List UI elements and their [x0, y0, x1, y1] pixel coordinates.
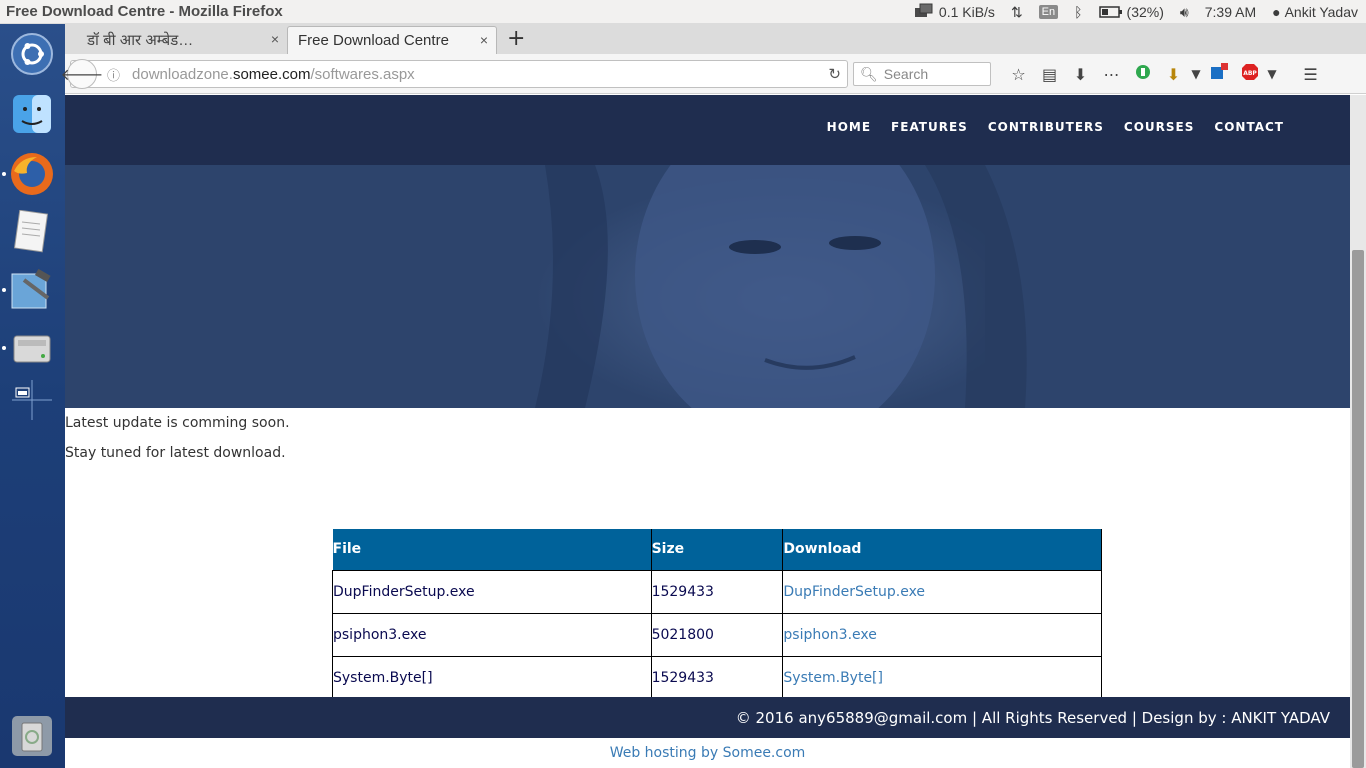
nav-contributers[interactable]: CONTRIBUTERS: [988, 120, 1104, 134]
svg-text:ABP: ABP: [1243, 70, 1257, 77]
running-pip: [2, 346, 6, 350]
tab-label: डॉ बी आर अम्बेड…: [87, 32, 194, 49]
info-icon[interactable]: ⓘ: [107, 65, 120, 84]
file-size-cell: 1529433: [650, 569, 784, 614]
nav-contact[interactable]: CONTACT: [1214, 120, 1284, 134]
user-name: Ankit Yadav: [1284, 4, 1358, 20]
nav-home[interactable]: HOME: [827, 120, 871, 134]
tab-free-download-centre[interactable]: Free Download Centre ×: [287, 26, 497, 54]
table-row: System.Byte[] 1529433 System.Byte[]: [332, 655, 1102, 700]
vertical-scrollbar[interactable]: [1350, 95, 1366, 768]
running-pip: [2, 172, 6, 176]
nav-bar: 🡐 ⓘ downloadzone.somee.com/softwares.asp…: [61, 54, 1366, 94]
window-title: Free Download Centre - Mozilla Firefox: [6, 3, 283, 20]
stay-tuned-message: Stay tuned for latest download.: [65, 445, 286, 461]
hero-portrait-image: [65, 165, 1350, 408]
table-header-row: File Size Download: [332, 529, 1102, 571]
search-icon: 🔍︎: [860, 65, 878, 82]
url-text[interactable]: downloadzone.somee.com/softwares.aspx: [132, 66, 415, 83]
ubuntu-dash-icon[interactable]: [8, 30, 56, 78]
download-link[interactable]: System.Byte[]: [782, 655, 1102, 700]
update-message: Latest update is comming soon.: [65, 415, 290, 431]
tab-bar: डॉ बी आर अम्बेड… × Free Download Centre …: [65, 24, 1366, 54]
column-header-download: Download: [782, 529, 1102, 571]
search-placeholder: Search: [883, 66, 929, 82]
file-name-cell: DupFinderSetup.exe: [332, 569, 652, 614]
network-icon: [914, 3, 933, 17]
bookmark-star-icon[interactable]: ☆: [1003, 65, 1034, 84]
nav-features[interactable]: FEATURES: [891, 120, 968, 134]
network-indicator[interactable]: 0.1 KiB/s: [905, 2, 1003, 22]
xcode-icon[interactable]: [8, 266, 56, 314]
transfer-indicator[interactable]: ⇅: [1003, 4, 1031, 21]
download-link[interactable]: psiphon3.exe: [782, 612, 1102, 657]
speaker-icon: 🔊︎: [1179, 3, 1189, 20]
downloads-table: File Size Download DupFinderSetup.exe 15…: [332, 529, 1102, 700]
scrollbar-thumb[interactable]: [1352, 250, 1364, 768]
hero-banner: [65, 165, 1350, 408]
search-input[interactable]: 🔍︎ Search: [853, 62, 991, 86]
page-viewport: HOME FEATURES CONTRIBUTERS COURSES CONTA…: [65, 95, 1350, 768]
reading-list-icon[interactable]: ▤: [1034, 65, 1065, 84]
running-pip: [2, 288, 6, 292]
launcher: [0, 24, 65, 768]
top-panel: Free Download Centre - Mozilla Firefox 0…: [0, 0, 1366, 24]
keyboard-indicator[interactable]: En: [1031, 5, 1066, 19]
trash-icon[interactable]: [8, 712, 56, 760]
clock[interactable]: 7:39 AM: [1197, 4, 1264, 20]
toolbar-icons: ☆ ▤ ⬇ ⋯ ⬇ ▼ ABP ▼ ☰: [1003, 62, 1326, 86]
tab-ambedkar[interactable]: डॉ बी आर अम्बेड… ×: [65, 26, 287, 54]
back-arrow-icon: 🡐: [60, 66, 104, 84]
battery-indicator[interactable]: (32%): [1091, 4, 1172, 20]
extension-download-icon[interactable]: ⬇: [1158, 65, 1189, 84]
file-name-cell: psiphon3.exe: [332, 612, 652, 657]
back-button[interactable]: 🡐: [61, 59, 103, 89]
text-editor-icon[interactable]: [8, 208, 56, 256]
sound-indicator[interactable]: 🔊︎: [1172, 4, 1197, 21]
table-row: psiphon3.exe 5021800 psiphon3.exe: [332, 612, 1102, 657]
column-header-file: File: [332, 529, 652, 571]
user-indicator[interactable]: ● Ankit Yadav: [1264, 4, 1366, 20]
file-size-cell: 1529433: [650, 655, 784, 700]
file-name-cell: System.Byte[]: [332, 655, 652, 700]
workspaces-icon[interactable]: [8, 376, 56, 424]
bluetooth-indicator[interactable]: ᛒ: [1066, 4, 1090, 20]
site-footer: © 2016 any65889@gmail.com | All Rights R…: [65, 697, 1350, 738]
reload-icon[interactable]: ↻: [828, 65, 841, 83]
column-header-size: Size: [650, 529, 784, 571]
url-bar[interactable]: 🡐 ⓘ downloadzone.somee.com/softwares.asp…: [61, 59, 848, 89]
bluetooth-icon: ᛒ: [1074, 4, 1083, 20]
hosting-link[interactable]: Web hosting by Somee.com: [65, 745, 1350, 761]
more-tools-icon[interactable]: ⋯: [1096, 65, 1127, 84]
apple-icon: ●: [1272, 4, 1281, 20]
keyboard-layout: En: [1038, 5, 1059, 19]
downloads-icon[interactable]: ⬇: [1065, 65, 1096, 84]
hamburger-menu-icon[interactable]: ☰: [1295, 65, 1326, 84]
file-size-cell: 5021800: [650, 612, 784, 657]
firefox-icon[interactable]: [8, 150, 56, 198]
updown-arrows-icon: ⇅: [1010, 3, 1023, 20]
battery-icon: [1098, 6, 1122, 18]
table-row: DupFinderSetup.exe 1529433 DupFinderSetu…: [332, 569, 1102, 614]
footer-text: © 2016 any65889@gmail.com | All Rights R…: [735, 708, 1330, 727]
indicator-area: 0.1 KiB/s ⇅ En ᛒ (32%) 🔊︎ 7:39 AM ● Anki…: [905, 0, 1366, 24]
new-tab-button[interactable]: +: [507, 26, 525, 51]
outlook-icon[interactable]: [1203, 63, 1234, 85]
network-speed: 0.1 KiB/s: [938, 4, 995, 20]
extension-green-icon[interactable]: [1127, 64, 1158, 84]
battery-percent: (32%): [1126, 4, 1164, 20]
finder-icon[interactable]: [8, 90, 56, 138]
close-icon[interactable]: ×: [271, 31, 279, 47]
download-link[interactable]: DupFinderSetup.exe: [782, 569, 1102, 614]
close-icon[interactable]: ×: [480, 32, 488, 48]
chevron-down-icon[interactable]: ▼: [1189, 67, 1203, 81]
disk-icon[interactable]: [8, 324, 56, 372]
nav-courses[interactable]: COURSES: [1124, 120, 1194, 134]
site-navbar: HOME FEATURES CONTRIBUTERS COURSES CONTA…: [65, 95, 1350, 165]
tab-label: Free Download Centre: [298, 32, 449, 49]
adblock-icon[interactable]: ABP: [1234, 63, 1265, 85]
chevron-down-icon[interactable]: ▼: [1265, 67, 1279, 81]
